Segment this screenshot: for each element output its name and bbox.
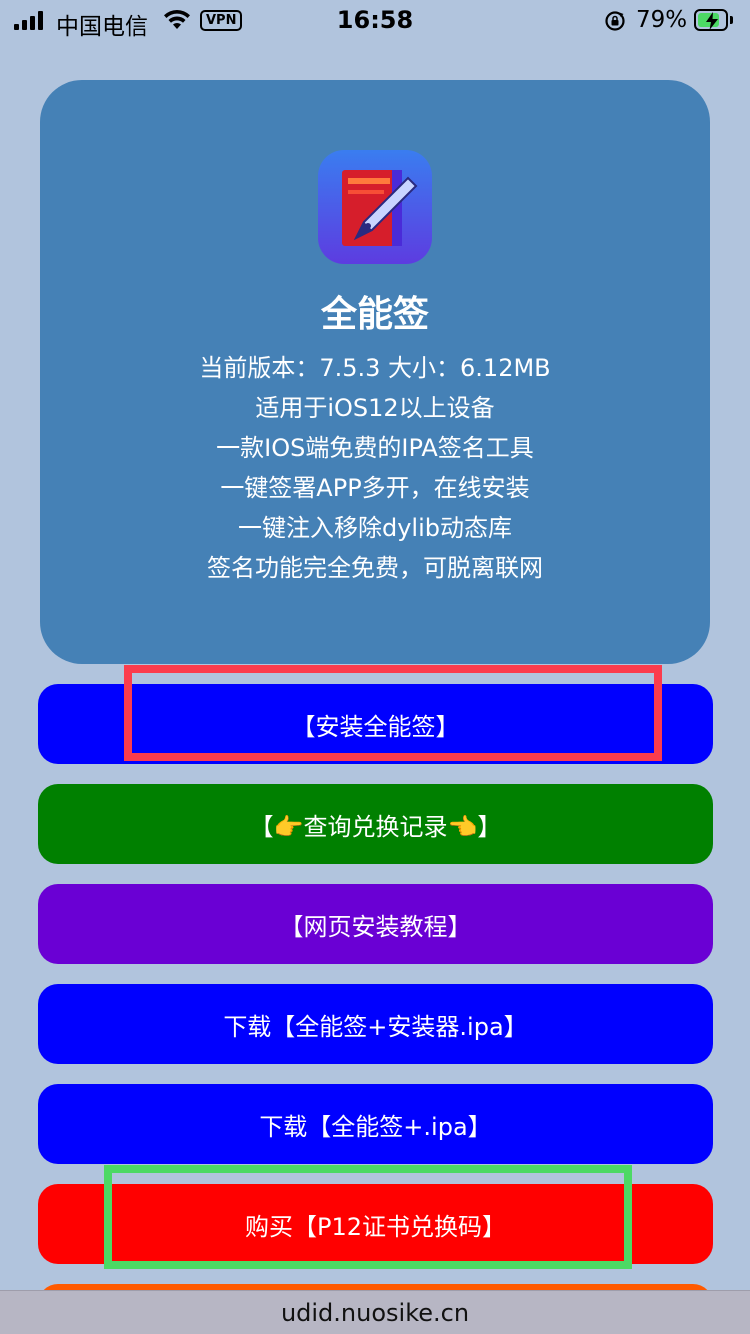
battery-icon — [694, 9, 728, 31]
app-description: 当前版本：7.5.3 大小：6.12MB 适用于iOS12以上设备 一款IOS端… — [40, 348, 710, 588]
download-ipa-button[interactable]: 下载【全能签+.ipa】 — [38, 1084, 713, 1164]
download-ipa-label: 下载【全能签+.ipa】 — [259, 1112, 492, 1141]
app-title: 全能签 — [320, 294, 429, 335]
description-line: 一款IOS端免费的IPA签名工具 — [216, 434, 534, 462]
battery-tip — [730, 16, 733, 24]
download-installer-ipa-button[interactable]: 下载【全能签+安装器.ipa】 — [38, 984, 713, 1064]
battery-percentage: 79% — [636, 7, 688, 33]
query-redeem-records-label: 【👉查询兑换记录👈】 — [249, 812, 502, 841]
feature-line: 一键签署APP多开，在线安装 — [220, 474, 530, 502]
feature-line: 一键注入移除dylib动态库 — [237, 514, 512, 542]
red-highlight-box — [124, 665, 662, 761]
version-size-line: 当前版本：7.5.3 大小：6.12MB — [199, 354, 551, 382]
app-info-card: 全能签 当前版本：7.5.3 大小：6.12MB 适用于iOS12以上设备 一款… — [40, 80, 710, 664]
rotation-lock-icon — [605, 11, 625, 31]
feature-line: 签名功能完全免费，可脱离联网 — [207, 554, 543, 582]
address-bar[interactable]: udid.nuosike.cn — [0, 1290, 750, 1334]
download-installer-ipa-label: 下载【全能签+安装器.ipa】 — [223, 1012, 528, 1041]
query-redeem-records-button[interactable]: 【👉查询兑换记录👈】 — [38, 784, 713, 864]
web-install-tutorial-button[interactable]: 【网页安装教程】 — [38, 884, 713, 964]
status-bar: 中国电信 VPN 16:58 79% — [0, 0, 750, 40]
url-text: udid.nuosike.cn — [280, 1298, 470, 1327]
app-logo-icon — [318, 150, 432, 264]
green-highlight-box — [104, 1165, 632, 1269]
charging-bolt-icon — [706, 12, 718, 30]
web-install-tutorial-label: 【网页安装教程】 — [279, 912, 472, 941]
compatibility-line: 适用于iOS12以上设备 — [255, 394, 495, 422]
